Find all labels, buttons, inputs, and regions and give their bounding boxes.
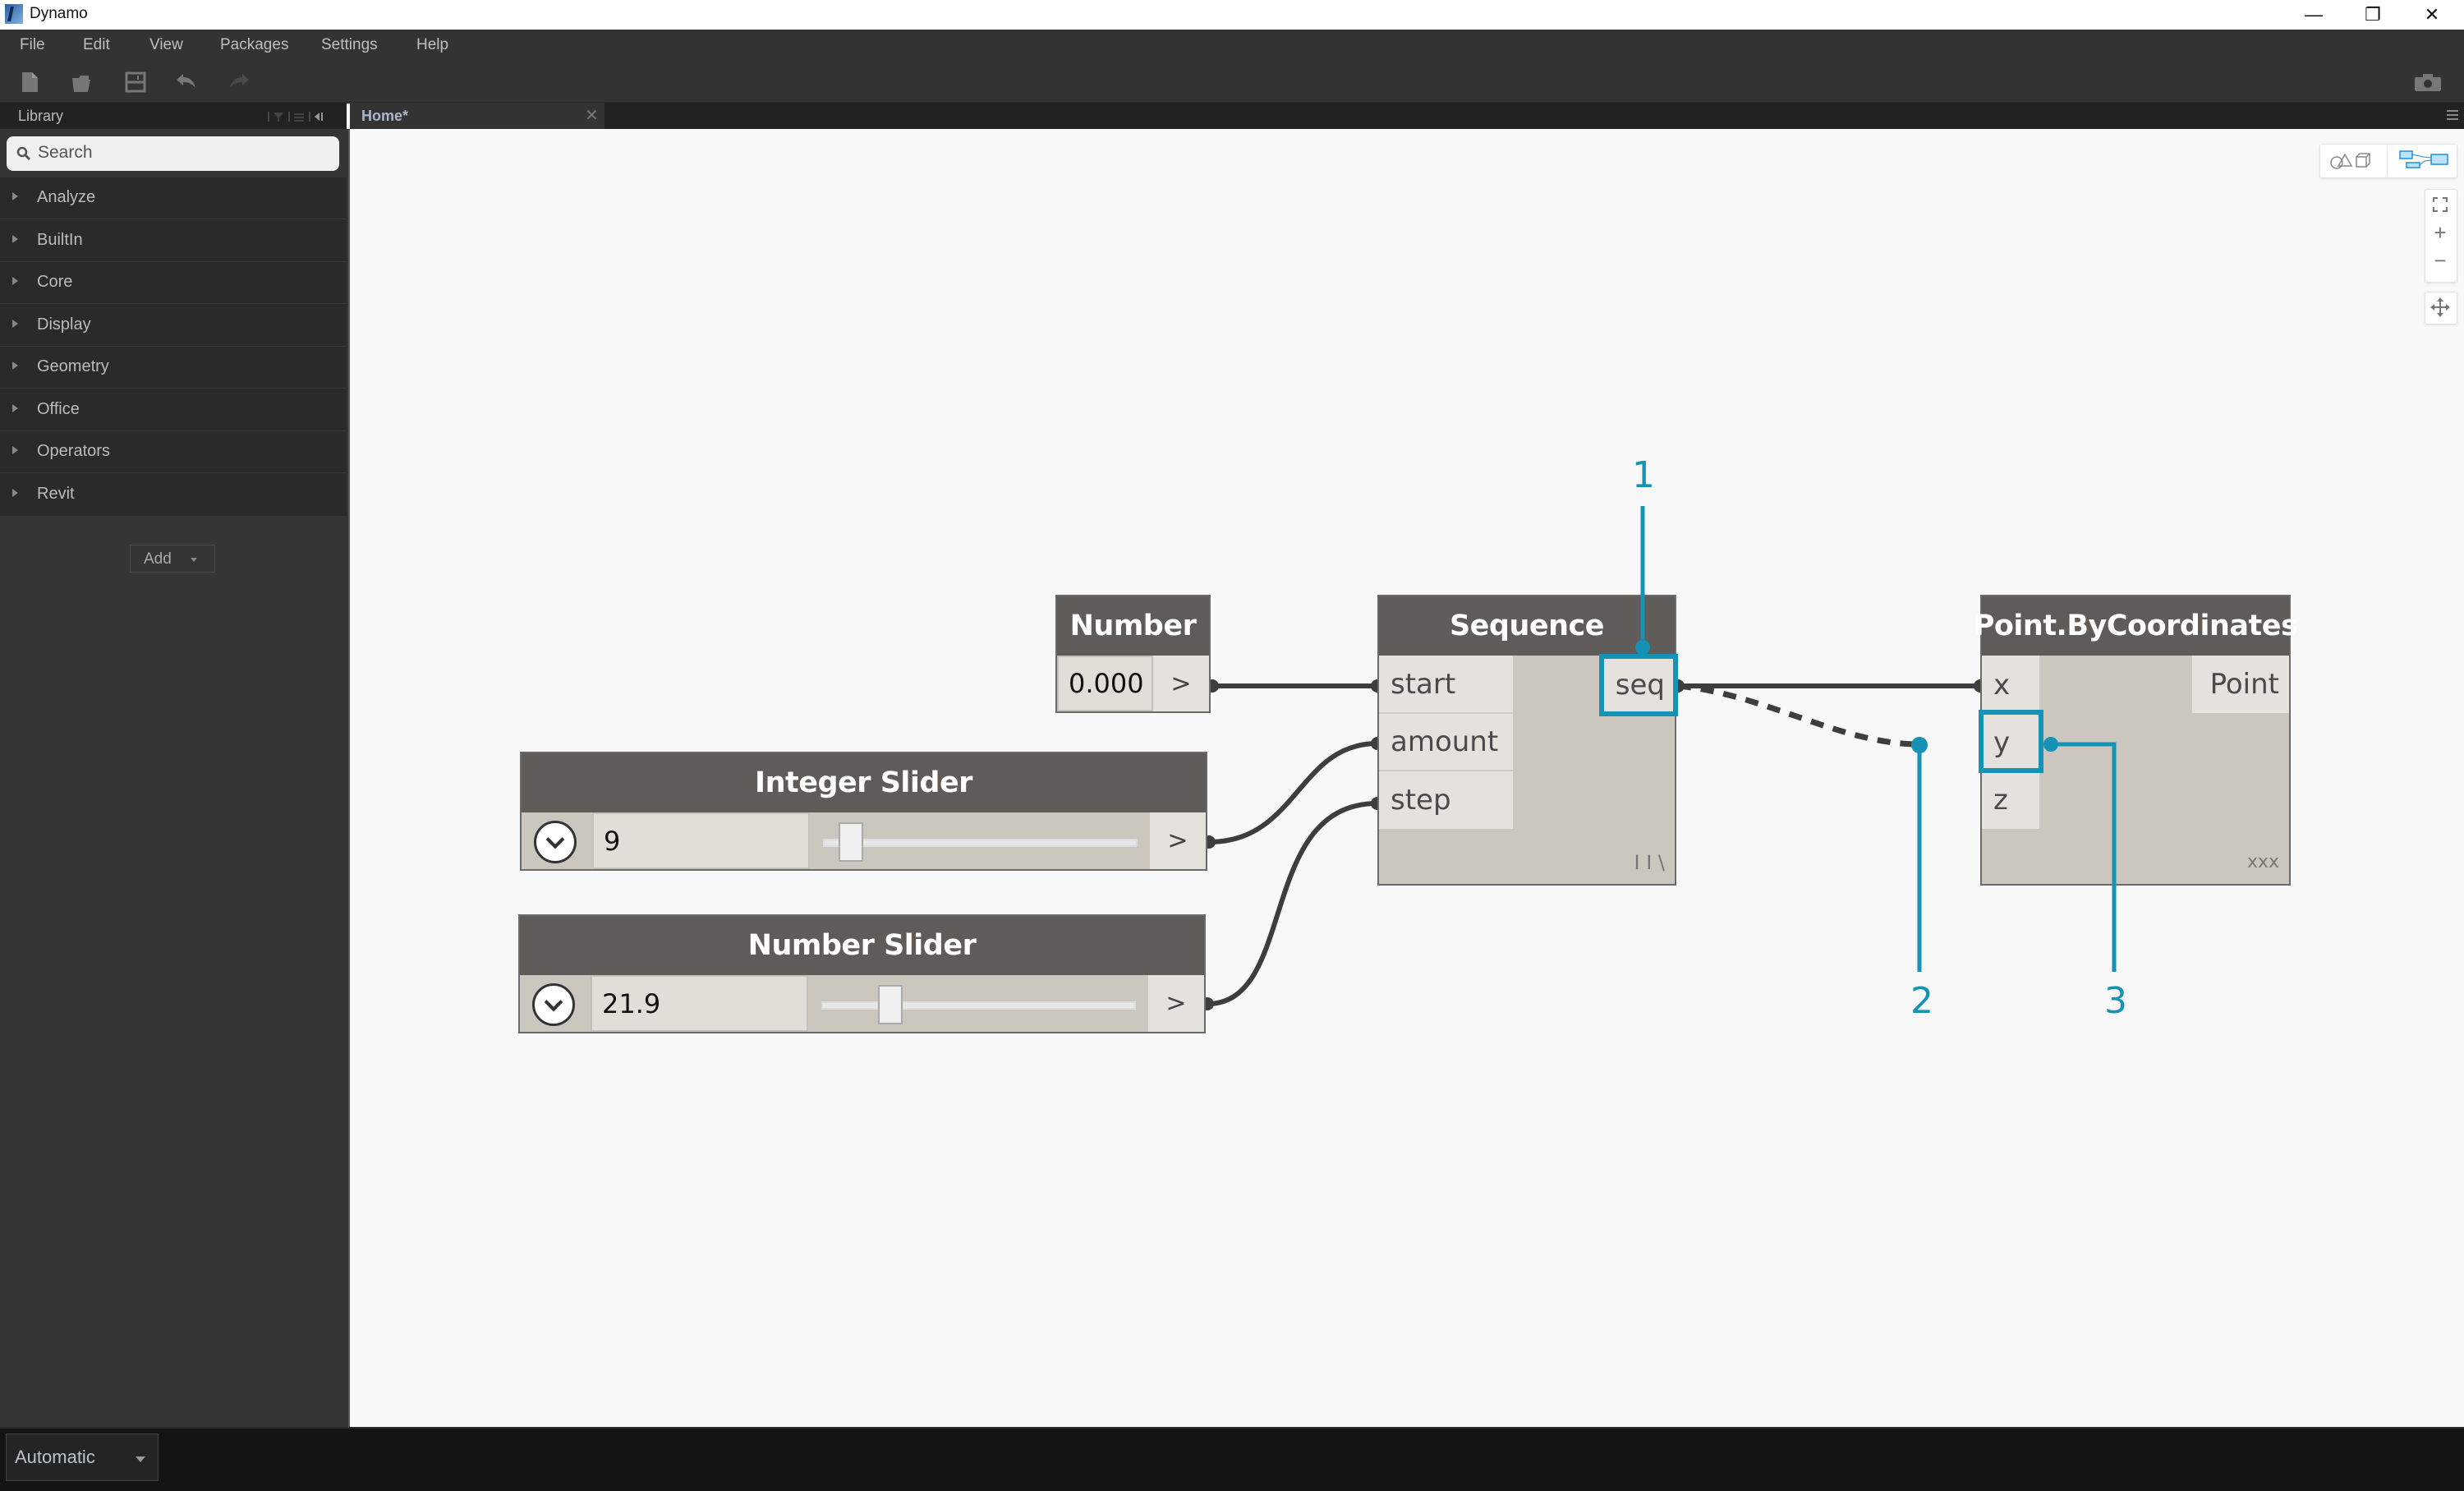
output-port[interactable]: > — [1150, 812, 1206, 869]
expand-slider-icon[interactable] — [532, 983, 575, 1026]
number-slider-value-input[interactable]: 21.9 — [591, 975, 808, 1032]
node-title: Sequence — [1379, 596, 1675, 656]
input-port-amount[interactable]: amount — [1379, 714, 1513, 771]
input-port-start[interactable]: start — [1379, 656, 1513, 714]
run-mode-label: Automatic — [15, 1447, 95, 1467]
lacing-indicator[interactable]: xxx — [2247, 852, 2279, 872]
wire-number-slider-to-step[interactable] — [1207, 801, 1378, 1006]
slider-thumb[interactable] — [839, 822, 864, 862]
expand-slider-icon[interactable] — [534, 821, 577, 863]
slider-thumb[interactable] — [877, 985, 903, 1024]
node-title: Integer Slider — [522, 753, 1206, 812]
wire-integer-slider-to-amount[interactable] — [1208, 741, 1378, 844]
annotation-label-3: 3 — [2104, 980, 2127, 1022]
output-port[interactable]: > — [1153, 656, 1209, 711]
number-node[interactable]: Number 0.000 > — [1055, 595, 1211, 713]
output-port-point[interactable]: Point — [2192, 656, 2289, 713]
annotation-highlight-seq — [1599, 654, 1678, 716]
dropdown-caret-icon — [136, 1456, 145, 1462]
integer-slider-node[interactable]: Integer Slider 9 > — [520, 752, 1207, 871]
input-port-z[interactable]: z — [1982, 771, 2039, 829]
node-title: Point.ByCoordinates — [1974, 596, 2298, 656]
slider-track[interactable] — [823, 839, 1138, 847]
annotation-highlight-y — [1979, 710, 2043, 773]
slider-track[interactable] — [821, 1001, 1136, 1010]
input-port-step[interactable]: step — [1379, 771, 1513, 829]
integer-slider-value-input[interactable]: 9 — [592, 812, 810, 869]
sequence-node[interactable]: Sequence start amount step seq I I \ — [1377, 595, 1676, 886]
number-value-input[interactable]: 0.000 — [1057, 656, 1153, 711]
status-bar — [0, 1427, 2464, 1491]
output-port[interactable]: > — [1148, 975, 1204, 1032]
node-title: Number Slider — [520, 916, 1204, 975]
input-port-x[interactable]: x — [1982, 656, 2039, 714]
node-title: Number — [1057, 596, 1209, 656]
lacing-indicator[interactable]: I I \ — [1634, 851, 1666, 874]
annotation-label-1: 1 — [1632, 454, 1655, 496]
number-slider-node[interactable]: Number Slider 21.9 > — [518, 914, 1206, 1033]
wire-preview-dashed — [1677, 683, 1920, 748]
annotation-label-2: 2 — [1910, 980, 1933, 1022]
